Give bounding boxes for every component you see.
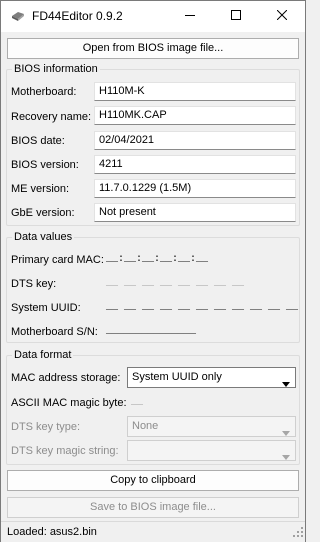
primary-mac-input[interactable]: __:__:__:__:__:__ [106, 253, 208, 267]
dts-key-label: DTS key: [11, 278, 57, 290]
dts-key-type-select[interactable]: None [127, 416, 296, 437]
data-values-group-title: Data values [12, 231, 75, 244]
chevron-down-icon [282, 448, 290, 467]
primary-mac-label: Primary card MAC: [11, 254, 104, 266]
recovery-name-field[interactable]: H110MK.CAP [94, 106, 296, 125]
open-bios-button[interactable]: Open from BIOS image file... [7, 38, 299, 59]
save-bios-button[interactable]: Save to BIOS image file... [7, 497, 299, 518]
minimize-icon [185, 10, 195, 23]
dts-key-type-value: None [132, 420, 159, 432]
copy-clipboard-button[interactable]: Copy to clipboard [7, 470, 299, 491]
mac-storage-select[interactable]: System UUID only [127, 367, 296, 388]
me-version-field[interactable]: 11.7.0.1229 (1.5M) [94, 179, 296, 198]
mac-storage-value: System UUID only [132, 371, 222, 383]
app-icon [11, 10, 25, 22]
ascii-magic-label: ASCII MAC magic byte: [11, 397, 127, 409]
close-button[interactable] [259, 1, 305, 32]
close-icon [276, 9, 288, 23]
bios-date-field[interactable]: 02/04/2021 [94, 131, 296, 150]
app-window: FD44Editor 0.9.2 Open from BIOS image fi… [0, 0, 306, 542]
dts-key-input[interactable]: __ __ __ __ __ __ __ __ [106, 277, 244, 291]
maximize-button[interactable] [213, 1, 259, 32]
motherboard-field[interactable]: H110M-K [94, 82, 296, 101]
motherboard-sn-label: Motherboard S/N: [11, 326, 98, 338]
resize-grip-icon[interactable] [293, 527, 303, 540]
status-bar: Loaded: asus2.bin [1, 521, 305, 542]
title-bar[interactable]: FD44Editor 0.9.2 [1, 1, 305, 32]
dts-key-type-label: DTS key type: [11, 421, 81, 433]
motherboard-sn-input[interactable]: _______________ [106, 325, 196, 339]
dts-magic-string-select[interactable] [127, 440, 296, 461]
mac-storage-label: MAC address storage: [11, 372, 121, 384]
system-uuid-label: System UUID: [11, 302, 81, 314]
minimize-button[interactable] [167, 1, 213, 32]
gbe-version-label: GbE version: [11, 207, 75, 219]
gbe-version-field[interactable]: Not present [94, 203, 296, 222]
bios-version-label: BIOS version: [11, 159, 79, 171]
ascii-magic-input[interactable]: __ [131, 396, 143, 410]
bios-info-group-title: BIOS information [12, 63, 100, 76]
me-version-label: ME version: [11, 183, 70, 195]
bios-date-label: BIOS date: [11, 135, 65, 147]
maximize-icon [231, 10, 241, 23]
system-uuid-input[interactable]: __ __ __ __ __ __ __ __ __ __ __ [106, 301, 298, 315]
chevron-down-icon [282, 375, 290, 394]
dts-magic-string-label: DTS key magic string: [11, 445, 119, 457]
motherboard-label: Motherboard: [11, 86, 77, 98]
window-title: FD44Editor 0.9.2 [32, 9, 123, 23]
status-text: Loaded: asus2.bin [7, 526, 97, 538]
recovery-name-label: Recovery name: [11, 111, 92, 123]
bios-version-field[interactable]: 4211 [94, 155, 296, 174]
data-format-group-title: Data format [12, 349, 74, 362]
